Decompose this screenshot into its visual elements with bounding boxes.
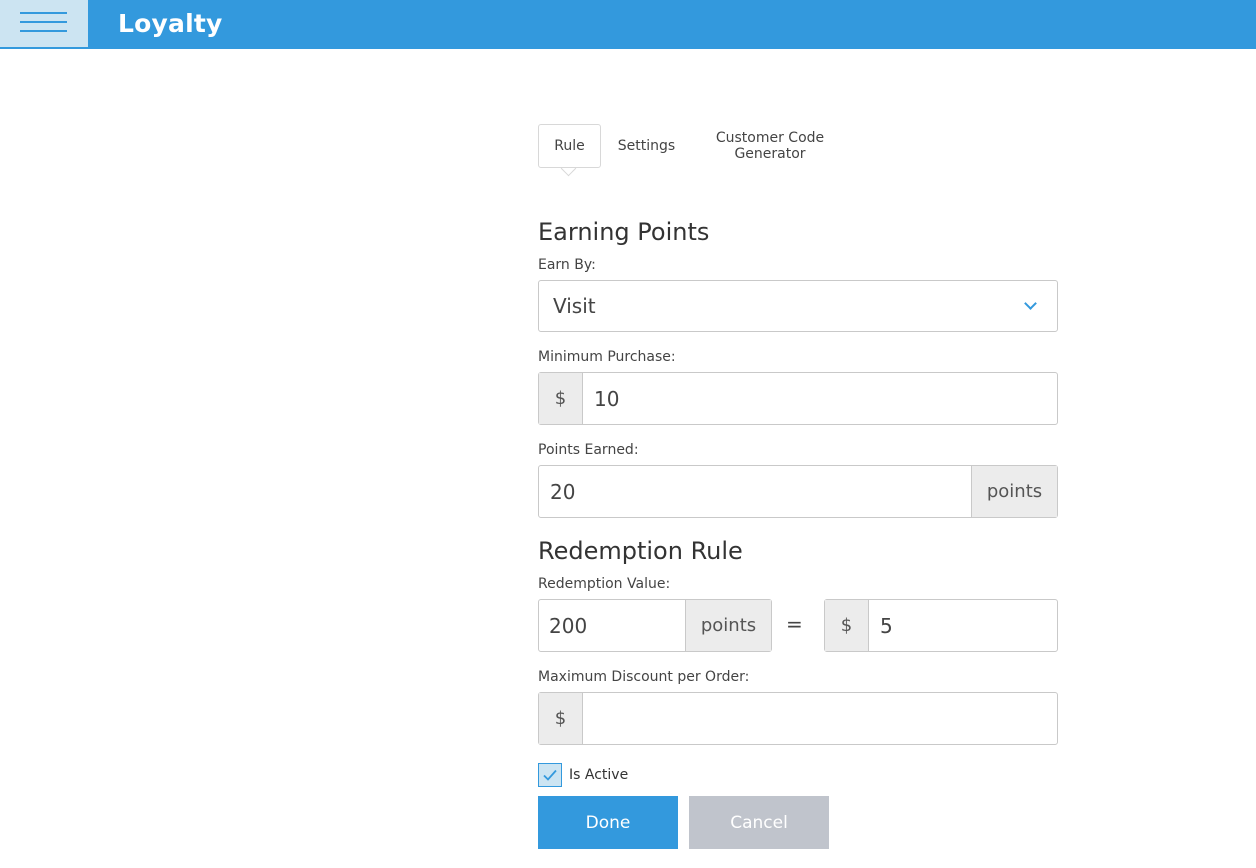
max-discount-field[interactable]: $: [538, 692, 1058, 745]
top-bar: Loyalty: [0, 0, 1256, 49]
minimum-purchase-field[interactable]: $ 10: [538, 372, 1058, 425]
earn-by-value: Visit: [553, 294, 596, 318]
redemption-points-input[interactable]: 200: [549, 600, 587, 651]
redemption-rule-heading: Redemption Rule: [538, 537, 743, 565]
redemption-dollar-input[interactable]: 5: [880, 600, 893, 651]
dollar-prefix: $: [539, 373, 583, 424]
max-discount-label: Maximum Discount per Order:: [538, 669, 750, 685]
earn-by-select[interactable]: Visit: [538, 280, 1058, 332]
tab-settings[interactable]: Settings: [609, 138, 684, 154]
hamburger-menu-icon[interactable]: [0, 0, 88, 47]
checkmark-icon: [543, 769, 557, 781]
cancel-button[interactable]: Cancel: [689, 796, 829, 849]
max-discount-prefix: $: [539, 693, 583, 744]
points-suffix: points: [971, 466, 1057, 517]
minimum-purchase-input[interactable]: 10: [594, 373, 619, 424]
earn-by-label: Earn By:: [538, 257, 596, 273]
tab-customer-code-generator[interactable]: Customer Code Generator: [705, 130, 835, 162]
equals-sign: =: [786, 612, 803, 636]
tab-rule-label: Rule: [554, 138, 585, 154]
points-earned-label: Points Earned:: [538, 442, 639, 458]
chevron-down-icon: [1024, 297, 1037, 310]
tab-rule[interactable]: Rule: [538, 124, 601, 168]
redemption-points-field[interactable]: 200 points: [538, 599, 772, 652]
redemption-dollar-prefix: $: [825, 600, 869, 651]
is-active-checkbox[interactable]: [538, 763, 562, 787]
redemption-value-label: Redemption Value:: [538, 576, 671, 592]
page-title: Loyalty: [118, 9, 223, 38]
done-button[interactable]: Done: [538, 796, 678, 849]
redemption-points-suffix: points: [685, 600, 771, 651]
minimum-purchase-label: Minimum Purchase:: [538, 349, 676, 365]
redemption-dollar-field[interactable]: $ 5: [824, 599, 1058, 652]
points-earned-field[interactable]: 20 points: [538, 465, 1058, 518]
earning-points-heading: Earning Points: [538, 218, 710, 246]
is-active-label: Is Active: [569, 767, 629, 783]
points-earned-input[interactable]: 20: [550, 466, 575, 517]
